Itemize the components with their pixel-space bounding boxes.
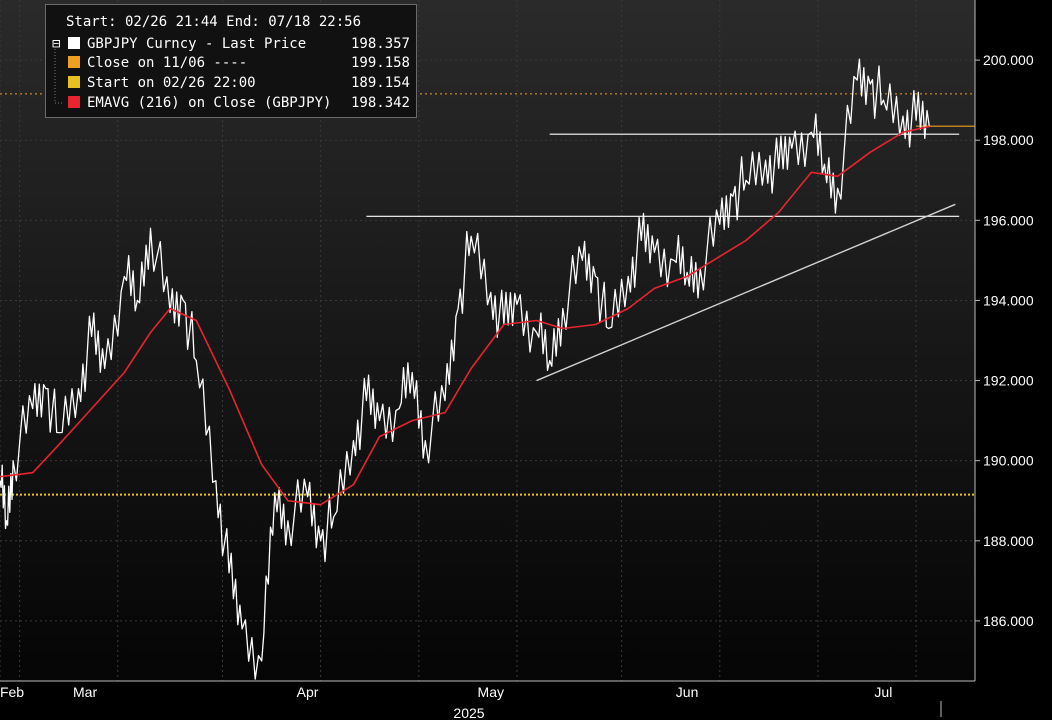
legend-value-ema: 198.342: [351, 95, 410, 111]
legend-label-start: Start on 02/26 22:00: [87, 75, 256, 91]
x-tick-label: Feb: [0, 684, 24, 700]
y-tick-label: 192.000: [983, 373, 1034, 389]
x-tick-label: Jun: [676, 684, 699, 700]
y-tick-label: 188.000: [983, 533, 1034, 549]
legend-value-start: 189.154: [351, 75, 410, 91]
legend-swatch-close: [68, 56, 80, 68]
legend-swatch-ema: [68, 96, 80, 108]
y-tick-label: 200.000: [983, 52, 1034, 68]
legend-label-ema: EMAVG (216) on Close (GBPJPY): [87, 95, 331, 111]
x-axis-year-label: 2025: [453, 705, 484, 720]
x-tick-label: Jul: [874, 684, 892, 700]
x-tick-label: Mar: [73, 684, 97, 700]
legend-value-close: 199.158: [351, 55, 410, 71]
legend-label-last-price: GBPJPY Curncy - Last Price: [87, 36, 306, 52]
y-tick-label: 194.000: [983, 292, 1034, 308]
chart-container: 186.000 188.000 190.000 192.000 194.000 196.0…: [0, 0, 1052, 720]
legend: Start: 02/26 21:44 End: 07/18 22:56 ⊟ GB…: [45, 4, 417, 118]
legend-swatch-start: [68, 76, 80, 88]
legend-value-last-price: 198.357: [351, 36, 410, 52]
legend-tree-marker: ⊟: [52, 36, 61, 52]
y-tick-label: 186.000: [983, 613, 1034, 629]
legend-swatch-last-price: [68, 37, 80, 49]
y-tick-label: 198.000: [983, 132, 1034, 148]
legend-label-close: Close on 11/06 ----: [87, 55, 247, 71]
legend-svg: Start: 02/26 21:44 End: 07/18 22:56 ⊟ GB…: [52, 14, 410, 111]
legend-header: Start: 02/26 21:44 End: 07/18 22:56: [66, 14, 361, 30]
y-tick-label: 196.000: [983, 212, 1034, 228]
x-tick-label: Apr: [297, 684, 319, 700]
y-tick-label: 190.000: [983, 453, 1034, 469]
x-tick-label: May: [478, 684, 504, 700]
